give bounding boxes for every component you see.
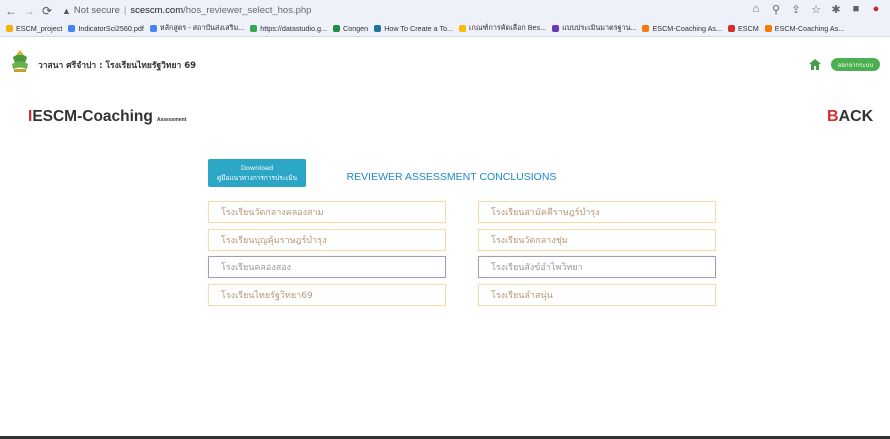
school-card-label: โรงเรียนวัดกลางคลองสาม bbox=[221, 208, 324, 218]
brand-name: ESCM-Coaching bbox=[32, 108, 153, 125]
school-card[interactable]: โรงเรียนวัดกลางคลองสาม bbox=[208, 201, 446, 223]
app-header: วาสนา ศรีจำปา : โรงเรียนไทยรัฐวิทยา 69 อ… bbox=[0, 37, 890, 100]
bookmark-favicon-icon bbox=[333, 25, 340, 32]
school-card-label: โรงเรียนสังข์อำไพวิทยา bbox=[491, 263, 583, 273]
extensions-icon[interactable]: ✱ bbox=[830, 3, 842, 16]
bookmark-favicon-icon bbox=[459, 25, 467, 32]
bookmark-favicon-icon bbox=[374, 25, 382, 32]
bookmark-label: ESCM-Coaching As... bbox=[774, 24, 845, 33]
school-card-label: โรงเรียนบุญคุ้มราษฎร์บำรุง bbox=[221, 236, 327, 246]
school-card[interactable]: โรงเรียนคลองสอง bbox=[208, 256, 446, 278]
bookmark-item[interactable]: ESCM_project bbox=[6, 24, 62, 33]
profile-icon[interactable]: ● bbox=[870, 3, 882, 16]
bookmark-item[interactable]: แบบประเมินมาตรฐาน... bbox=[552, 23, 636, 34]
bookmark-favicon-icon bbox=[764, 25, 772, 32]
back-link[interactable]: BACK bbox=[827, 108, 873, 126]
school-card[interactable]: โรงเรียนบุญคุ้มราษฎร์บำรุง bbox=[208, 229, 446, 251]
bookmark-favicon-icon bbox=[68, 25, 76, 32]
back-rest: ACK bbox=[838, 108, 874, 125]
bookmark-item[interactable]: IndicatorSci2560.pdf bbox=[68, 24, 144, 33]
bookmark-label: ESCM-Coaching As... bbox=[652, 24, 722, 33]
school-card-label: โรงเรียนไทยรัฐวิทยา69 bbox=[221, 291, 313, 301]
bookmark-item[interactable]: หลักสูตร - สถาบันส่งเสริม... bbox=[149, 23, 245, 34]
browser-actions: ⌂ ⚲ ⇪ ☆ ✱ ■ ● bbox=[750, 3, 882, 16]
user-school-name: วาสนา ศรีจำปา : โรงเรียนไทยรัฐวิทยา 69 bbox=[38, 61, 197, 71]
bookmark-label: Congen bbox=[343, 24, 369, 33]
url-separator: | bbox=[123, 5, 127, 16]
share-icon[interactable]: ⇪ bbox=[790, 3, 802, 16]
bookmark-favicon-icon bbox=[250, 25, 258, 32]
bookmark-item[interactable]: ESCM bbox=[728, 24, 759, 33]
brand-sub: Assessment bbox=[156, 117, 187, 123]
bookmark-label: เกณฑ์การคัดเลือก Bes... bbox=[469, 23, 547, 32]
bookmark-label: ESCM bbox=[738, 24, 759, 33]
bookmark-label: หลักสูตร - สถาบันส่งเสริม... bbox=[159, 23, 245, 32]
browser-toolbar: ← → ⟳ ▲ Not secure | scescm.com/hos_revi… bbox=[0, 0, 890, 21]
bookmark-item[interactable]: ESCM-Coaching As... bbox=[764, 24, 845, 33]
home-icon[interactable] bbox=[809, 59, 821, 70]
bookmark-label: How To Create a To... bbox=[384, 24, 454, 33]
bookmark-label: ESCM_project bbox=[16, 24, 63, 33]
address-bar[interactable]: ▲ Not secure | scescm.com/hos_reviewer_s… bbox=[62, 3, 311, 18]
bookmark-favicon-icon bbox=[728, 25, 735, 32]
school-card[interactable]: โรงเรียนสังข์อำไพวิทยา bbox=[478, 256, 716, 278]
logout-button[interactable]: ออกจากระบบ bbox=[831, 58, 880, 71]
bookmark-item[interactable]: เกณฑ์การคัดเลือก Bes... bbox=[459, 23, 546, 34]
download-manual-button[interactable]: Download คู่มือแนวทางการการประเมิน bbox=[208, 159, 306, 187]
bookmarks-bar: ESCM_project IndicatorSci2560.pdf หลักสูตร… bbox=[0, 21, 890, 37]
forward-arrow-icon[interactable]: → bbox=[22, 4, 36, 18]
reload-icon[interactable]: ⟳ bbox=[40, 4, 54, 18]
bookmark-favicon-icon bbox=[552, 25, 560, 32]
school-card[interactable]: โรงเรียนสามัคคีราษฎร์บำรุง bbox=[478, 201, 716, 223]
zoom-icon[interactable]: ⚲ bbox=[770, 3, 782, 16]
school-card-label: โรงเรียนคลองสอง bbox=[221, 263, 292, 273]
download-sublabel: คู่มือแนวทางการการประเมิน bbox=[216, 174, 298, 182]
school-card-label: โรงเรียนลำสนุ่น bbox=[491, 291, 553, 301]
bookmark-item[interactable]: Congen bbox=[333, 24, 368, 33]
download-label: Download bbox=[240, 164, 274, 172]
school-card-label: โรงเรียนวัดกลางชุ่ม bbox=[491, 236, 568, 246]
bookmark-item[interactable]: How To Create a To... bbox=[374, 24, 453, 33]
star-icon[interactable]: ☆ bbox=[810, 3, 822, 16]
back-arrow-icon[interactable]: ← bbox=[4, 4, 18, 18]
brand-title: IESCM-Coaching Assessment bbox=[28, 108, 186, 126]
not-secure-label: Not secure bbox=[73, 5, 120, 16]
back-first-letter: B bbox=[827, 108, 839, 125]
translate-icon[interactable]: ⌂ bbox=[750, 3, 762, 16]
url-path: /hos_reviewer_select_hos.php bbox=[183, 5, 312, 16]
school-card-label: โรงเรียนสามัคคีราษฎร์บำรุง bbox=[491, 208, 600, 218]
sidepanel-icon[interactable]: ■ bbox=[850, 3, 862, 16]
bookmark-favicon-icon bbox=[149, 25, 157, 32]
school-card[interactable]: โรงเรียนไทยรัฐวิทยา69 bbox=[208, 284, 446, 306]
url-domain: scescm.com bbox=[130, 5, 184, 16]
school-card[interactable]: โรงเรียนลำสนุ่น bbox=[478, 284, 716, 306]
bookmark-label: แบบประเมินมาตรฐาน... bbox=[562, 23, 637, 32]
bookmark-item[interactable]: https://datastudio.g... bbox=[250, 24, 327, 33]
warning-icon: ▲ bbox=[62, 5, 71, 16]
page-title: REVIEWER ASSESSMENT CONCLUSIONS bbox=[346, 171, 557, 183]
bookmark-favicon-icon bbox=[642, 25, 650, 32]
bookmark-item[interactable]: ESCM-Coaching As... bbox=[642, 24, 722, 33]
bookmark-favicon-icon bbox=[6, 25, 13, 32]
school-card[interactable]: โรงเรียนวัดกลางชุ่ม bbox=[478, 229, 716, 251]
bookmark-label: https://datastudio.g... bbox=[260, 24, 327, 33]
school-logo-icon bbox=[12, 50, 28, 72]
bookmark-label: IndicatorSci2560.pdf bbox=[78, 24, 144, 33]
